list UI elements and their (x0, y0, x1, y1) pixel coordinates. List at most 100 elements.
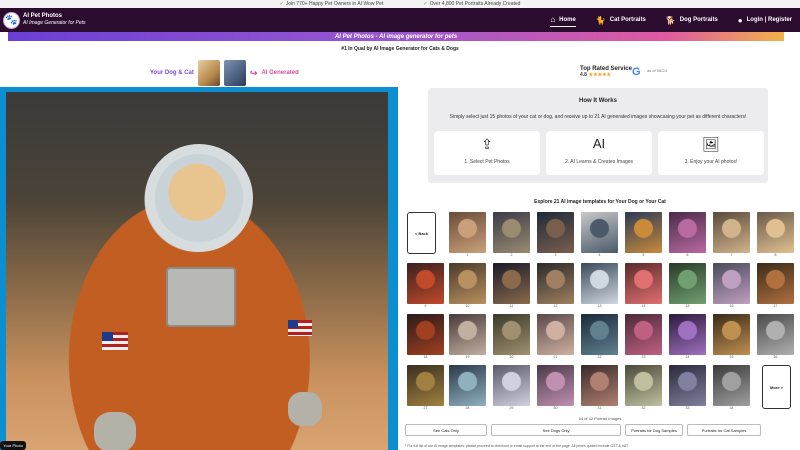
template-number: 32 (641, 406, 646, 410)
template-image (757, 314, 794, 355)
template-thumbnail[interactable]: 12 (537, 263, 574, 309)
home-icon: ⌂ (550, 15, 556, 24)
template-image (713, 365, 750, 406)
template-thumbnail[interactable]: 18 (407, 314, 444, 360)
template-thumbnail[interactable]: 3 (537, 212, 574, 258)
template-thumbnail[interactable]: 26 (757, 314, 794, 360)
template-image (581, 212, 618, 253)
template-image (625, 314, 662, 355)
template-number: 30 (553, 406, 558, 410)
logo-title: AI Pet Photos (23, 13, 63, 19)
how-it-works-panel: How It Works Simply select just 15 photo… (428, 88, 768, 183)
template-thumbnail[interactable]: 14 (625, 263, 662, 309)
google-icon: G (632, 66, 641, 78)
template-image (493, 314, 530, 355)
template-thumbnail[interactable]: 6 (669, 212, 706, 258)
template-image (581, 263, 618, 304)
template-thumbnail[interactable]: 4 (581, 212, 618, 258)
template-image (449, 365, 486, 406)
template-image (407, 314, 444, 355)
ai-icon: AI (592, 136, 606, 151)
template-thumbnail[interactable]: 24 (669, 314, 706, 360)
template-number: 20 (509, 355, 514, 359)
back-button[interactable]: < Back (407, 212, 436, 254)
template-thumbnail[interactable]: 19 (449, 314, 486, 360)
template-number: 3 (554, 253, 557, 257)
cat-thumbnail (223, 60, 246, 86)
template-thumbnail[interactable]: 1 (449, 212, 486, 258)
template-image (757, 212, 794, 253)
template-image (581, 365, 618, 406)
glove (288, 392, 322, 426)
template-image (669, 314, 706, 355)
dog-samples-button[interactable]: Portraits for Dog Samples (625, 424, 683, 436)
template-image (625, 263, 662, 304)
nav-dog-portraits[interactable]: 🐕 Dog Portraits (666, 14, 718, 27)
template-image (537, 365, 574, 406)
template-thumbnail[interactable]: 34 (713, 365, 750, 411)
template-image (407, 365, 444, 406)
template-thumbnail[interactable]: 13 (581, 263, 618, 309)
announcement-item: ✓ Join 770+ Happy Pet Owners in AI Wow Pe… (279, 1, 384, 7)
template-thumbnail[interactable]: 21 (537, 314, 574, 360)
template-number: 1 (466, 253, 469, 257)
template-image (493, 212, 530, 253)
template-image (537, 314, 574, 355)
template-thumbnail[interactable]: 8 (757, 212, 794, 258)
flag-patch (102, 332, 128, 350)
more-button[interactable]: More > (762, 365, 791, 409)
template-thumbnail[interactable]: 27 (407, 365, 444, 411)
how-it-works-description: Simply select just 15 photos of your cat… (449, 114, 747, 120)
template-image (669, 365, 706, 406)
user-icon: ● (737, 15, 743, 25)
template-number: 21 (553, 355, 558, 359)
template-number: 31 (597, 406, 602, 410)
template-thumbnail[interactable]: 2 (493, 212, 530, 258)
template-thumbnail[interactable]: 32 (625, 365, 662, 411)
template-number: 7 (730, 253, 733, 257)
template-thumbnail[interactable]: 31 (581, 365, 618, 411)
hero-label[interactable]: Your Photo (0, 441, 26, 450)
see-dogs-button[interactable]: See Dogs Only (491, 424, 621, 436)
template-number: 26 (773, 355, 778, 359)
nav-home[interactable]: ⌂ Home (550, 13, 576, 27)
chest-pack (166, 267, 236, 327)
template-thumbnail[interactable]: 28 (449, 365, 486, 411)
nav-login[interactable]: ● Login | Register (738, 14, 792, 27)
template-image (537, 263, 574, 304)
template-thumbnail[interactable]: 23 (625, 314, 662, 360)
see-cats-button[interactable]: See Cats Only (405, 424, 487, 436)
dog-thumbnail (197, 60, 220, 86)
template-thumbnail[interactable]: 15 (669, 263, 706, 309)
hero-frame: Your Photo (0, 87, 398, 450)
template-thumbnail[interactable]: 7 (713, 212, 750, 258)
filter-buttons: See Cats Only See Dogs Only Portraits fo… (405, 424, 795, 436)
template-number: 8 (774, 253, 777, 257)
template-thumbnail[interactable]: 11 (493, 263, 530, 309)
template-number: 16 (729, 304, 734, 308)
cat-samples-button[interactable]: Portraits for Cat Samples (687, 424, 761, 436)
logo[interactable]: 🐾 AI Pet Photos AI Image Generator for P… (3, 11, 86, 29)
template-thumbnail[interactable]: 29 (493, 365, 530, 411)
template-thumbnail[interactable]: 5 (625, 212, 662, 258)
template-number: 6 (686, 253, 689, 257)
rating-date: as of 06/24 (647, 68, 667, 73)
template-thumbnail[interactable]: 33 (669, 365, 706, 411)
template-thumbnail[interactable]: 25 (713, 314, 750, 360)
template-thumbnail[interactable]: 17 (757, 263, 794, 309)
template-thumbnail[interactable]: 30 (537, 365, 574, 411)
footnote: * For full list of our AI image template… (405, 444, 629, 448)
nav-cat-portraits[interactable]: 🐈 Cat Portraits (596, 14, 646, 27)
template-thumbnail[interactable]: 9 (407, 263, 444, 309)
explore-title: Explore 21 AI image templates for Your D… (534, 199, 666, 205)
template-thumbnail[interactable]: 16 (713, 263, 750, 309)
template-image (713, 263, 750, 304)
template-thumbnail[interactable]: 20 (493, 314, 530, 360)
step-card: ⇪ 1. Select Pet Photos (434, 131, 540, 175)
template-number: 22 (597, 355, 602, 359)
template-thumbnail[interactable]: 22 (581, 314, 618, 360)
upload-icon: ⇪ (481, 136, 493, 152)
template-number: 9 (424, 304, 427, 308)
rating-block: Top Rated Service 4.8 ★★★★★ (580, 66, 632, 78)
template-thumbnail[interactable]: 10 (449, 263, 486, 309)
